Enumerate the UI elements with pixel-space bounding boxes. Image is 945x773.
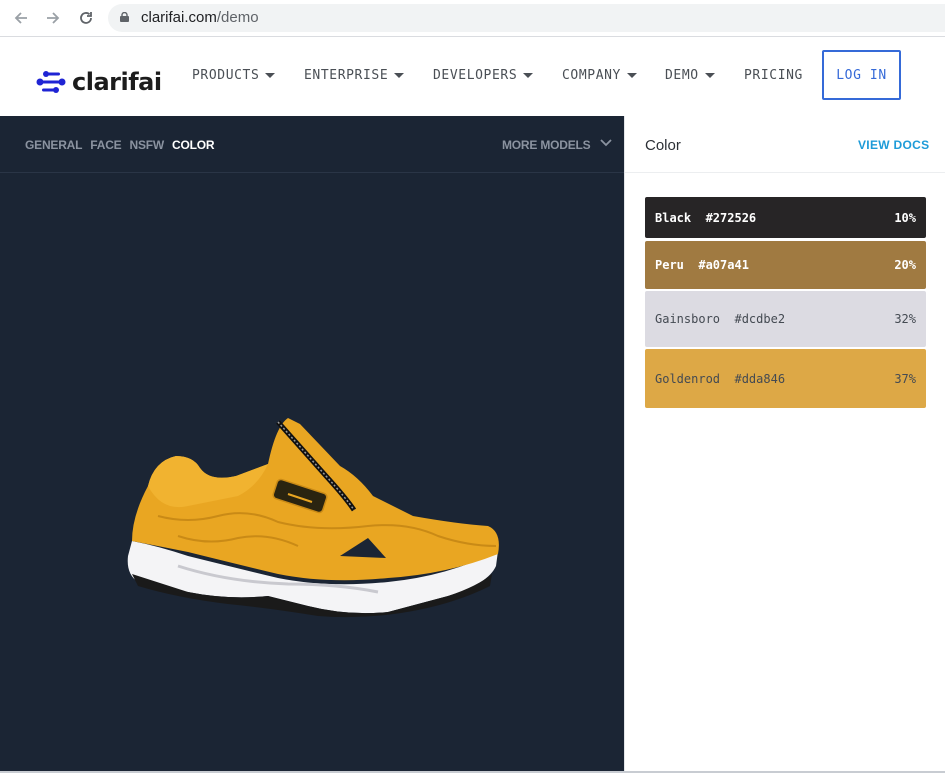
nav-label: DEVELOPERS <box>433 67 518 83</box>
reload-icon[interactable] <box>76 8 96 28</box>
clarifai-logo-icon <box>36 71 66 93</box>
nav-label: PRODUCTS <box>192 67 260 83</box>
logo-text: clarifai <box>72 68 162 96</box>
color-swatch-black[interactable]: Black #272526 10% <box>645 197 926 238</box>
image-preview-panel: GENERAL FACE NSFW COLOR MORE MODELS <box>0 116 624 771</box>
chevron-down-icon <box>394 72 405 78</box>
divider <box>0 172 624 173</box>
chevron-down-icon <box>627 72 637 78</box>
clarifai-logo[interactable]: clarifai <box>36 68 162 96</box>
color-swatch-goldenrod[interactable]: Goldenrod #dda846 37% <box>645 349 926 408</box>
nav-company[interactable]: COMPANY <box>562 66 637 84</box>
color-results-panel: Color VIEW DOCS Black #272526 10% Peru #… <box>624 116 945 771</box>
back-arrow-icon[interactable] <box>11 8 31 28</box>
chevron-down-icon[interactable] <box>600 138 612 148</box>
chevron-down-icon <box>523 72 534 78</box>
chevron-down-icon <box>704 72 715 78</box>
divider <box>625 172 945 173</box>
address-bar[interactable]: clarifai.com/demo <box>108 4 945 32</box>
tab-color[interactable]: COLOR <box>172 138 215 152</box>
color-swatch-gainsboro[interactable]: Gainsboro #dcdbe2 32% <box>645 291 926 347</box>
color-hex: #dcdbe2 <box>734 312 786 326</box>
tab-general[interactable]: GENERAL <box>25 138 82 152</box>
chevron-down-icon <box>265 72 276 78</box>
forward-arrow-icon[interactable] <box>43 8 63 28</box>
color-percent: 37% <box>894 371 916 386</box>
nav-pricing[interactable]: PRICING <box>744 66 803 84</box>
view-docs-link[interactable]: VIEW DOCS <box>858 138 929 152</box>
tab-face[interactable]: FACE <box>90 138 121 152</box>
color-swatch-peru[interactable]: Peru #a07a41 20% <box>645 241 926 289</box>
browser-toolbar: clarifai.com/demo <box>0 0 945 37</box>
more-models-button[interactable]: MORE MODELS <box>502 138 591 152</box>
color-percent: 32% <box>894 312 916 326</box>
url-text: clarifai.com/demo <box>141 9 259 26</box>
lock-icon <box>120 12 129 22</box>
nav-label: ENTERPRISE <box>304 67 389 83</box>
color-name: Gainsboro <box>655 312 721 326</box>
color-percent: 10% <box>894 210 916 225</box>
color-name: Peru <box>655 258 684 272</box>
tab-nsfw[interactable]: NSFW <box>130 138 165 152</box>
login-button[interactable]: LOG IN <box>822 50 901 100</box>
nav-products[interactable]: PRODUCTS <box>192 66 276 84</box>
nav-label: DEMO <box>665 67 699 83</box>
color-hex: #a07a41 <box>698 258 749 272</box>
color-hex: #272526 <box>705 210 757 225</box>
nav-label: COMPANY <box>562 67 621 83</box>
sneaker-image[interactable] <box>118 406 510 620</box>
nav-demo[interactable]: DEMO <box>665 66 715 84</box>
panel-title: Color <box>645 137 681 154</box>
nav-developers[interactable]: DEVELOPERS <box>433 66 534 84</box>
color-percent: 20% <box>894 258 916 272</box>
nav-enterprise[interactable]: ENTERPRISE <box>304 66 405 84</box>
nav-label: PRICING <box>744 67 803 83</box>
color-name: Goldenrod <box>655 371 721 386</box>
color-hex: #dda846 <box>734 371 786 386</box>
model-tabs: GENERAL FACE NSFW COLOR <box>25 138 222 152</box>
color-name: Black <box>655 210 692 225</box>
